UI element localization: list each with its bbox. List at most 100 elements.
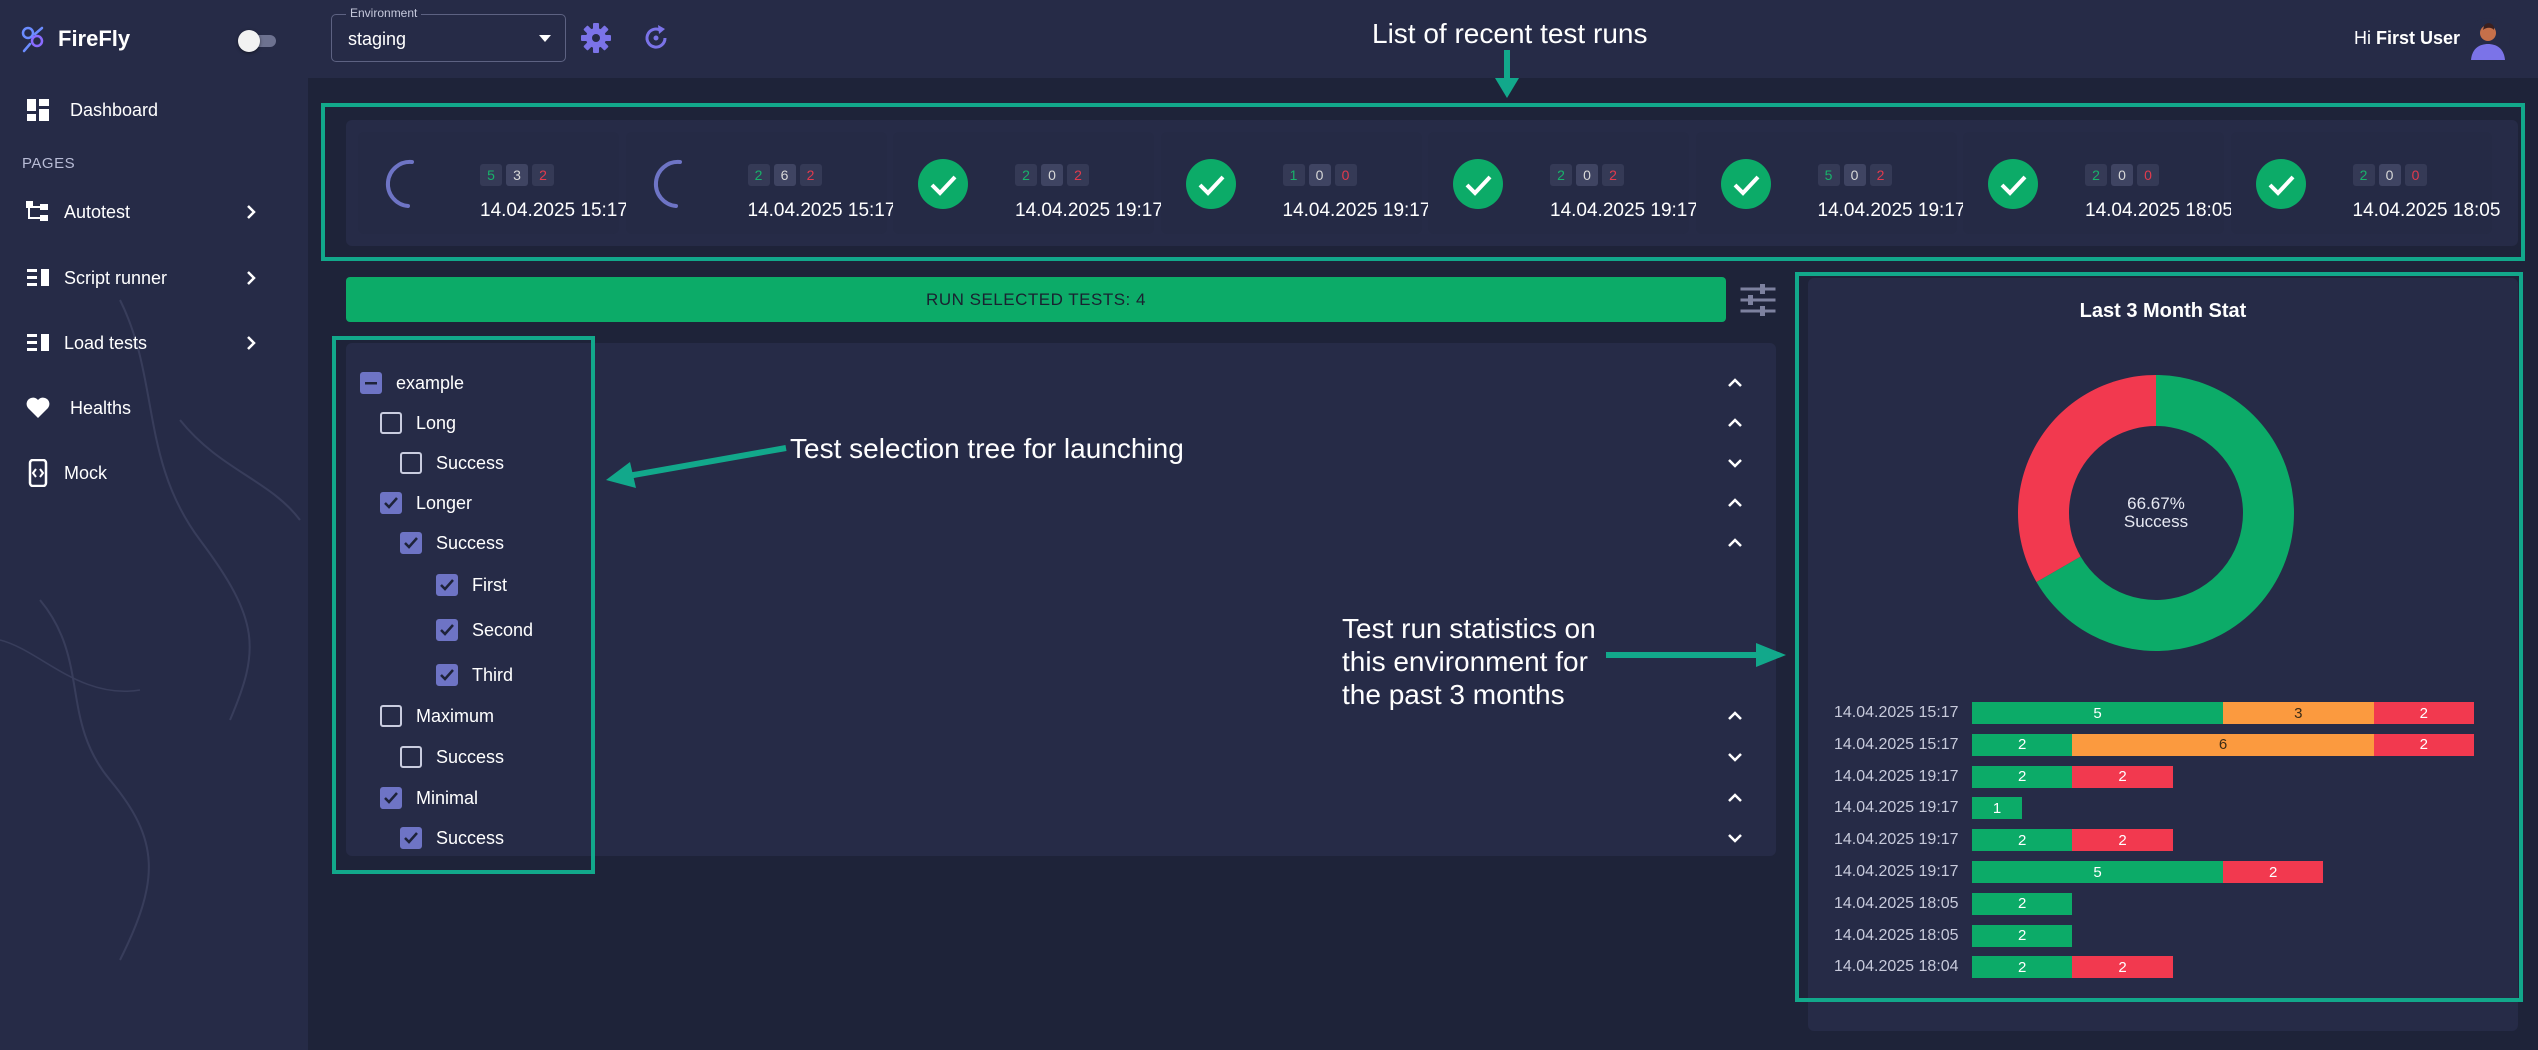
check-icon <box>384 497 398 509</box>
running-count: 0 <box>2111 164 2133 186</box>
tree-node[interactable]: Success <box>400 529 504 557</box>
arrow-down-icon <box>1495 50 1519 98</box>
success-count: 2 <box>2085 164 2107 186</box>
sidebar-item-autotest[interactable]: Autotest <box>0 187 308 237</box>
brand[interactable]: FireFly <box>18 22 130 56</box>
tree-checkbox[interactable] <box>400 746 422 768</box>
annotation-stats-line: this environment for <box>1342 646 1588 677</box>
spinner-icon <box>653 159 682 208</box>
sidebar-item-mock[interactable]: Mock <box>0 448 308 498</box>
run-counts: 262 <box>747 164 822 186</box>
success-count: 5 <box>1817 164 1840 186</box>
tree-node[interactable]: Success <box>400 743 504 771</box>
running-count: 0 <box>2378 164 2401 186</box>
run-card[interactable]: 2 0 0 14.04.2025 18:05 <box>2230 132 2500 234</box>
run-date: 14.04.2025 18:05 <box>2085 200 2233 221</box>
tree-checkbox[interactable] <box>380 705 402 727</box>
run-date: 14.04.2025 15:17 <box>480 200 628 221</box>
gear-icon[interactable] <box>580 22 612 54</box>
tree-node[interactable]: example <box>360 369 464 397</box>
failed-count: 2 <box>799 164 822 186</box>
failed-count: 2 <box>1067 164 1089 186</box>
tree-node[interactable]: Success <box>400 824 504 852</box>
sidebar-item-healths[interactable]: Healths <box>0 383 308 433</box>
tree-node[interactable]: Long <box>380 409 456 437</box>
sidebar-item-label: Autotest <box>64 201 131 222</box>
chevron-up-icon[interactable] <box>1722 785 1748 811</box>
app-name: FireFly <box>58 26 131 51</box>
tree-checkbox[interactable] <box>400 827 422 849</box>
run-card[interactable]: 2 6 2 14.04.2025 15:17 <box>625 132 895 234</box>
theme-toggle[interactable] <box>238 30 278 52</box>
chevron-up-icon[interactable] <box>1722 490 1748 516</box>
stats-highlight <box>1795 272 2523 1002</box>
user-name: First User <box>2376 28 2461 48</box>
run-card[interactable]: 5 0 2 14.04.2025 19:17 <box>1695 132 1965 234</box>
run-counts: 200 <box>2085 164 2159 186</box>
running-count: 3 <box>506 164 528 186</box>
chevron-down-icon[interactable] <box>1722 825 1748 851</box>
tree-node-label: Success <box>436 827 505 848</box>
sidebar-item-label: Healths <box>70 397 132 418</box>
chevron-right-icon <box>247 271 256 285</box>
tree-node[interactable]: Longer <box>380 489 472 517</box>
tree-checkbox[interactable] <box>436 664 458 686</box>
tree-node-label: Minimal <box>416 787 479 808</box>
run-card[interactable]: 2 0 2 14.04.2025 19:17 <box>1428 132 1698 234</box>
chevron-up-icon[interactable] <box>1722 530 1748 556</box>
tree-checkbox[interactable] <box>380 492 402 514</box>
success-count: 1 <box>1282 164 1305 186</box>
tree-checkbox[interactable] <box>400 452 422 474</box>
tree-node-label: Success <box>436 452 505 473</box>
chevron-down-icon[interactable] <box>1722 744 1748 770</box>
tree-node[interactable]: Minimal <box>380 784 478 812</box>
chevron-down-icon[interactable] <box>1722 450 1748 476</box>
tree-checkbox[interactable] <box>360 372 382 394</box>
chevron-up-icon[interactable] <box>1722 410 1748 436</box>
annotation-stats: Test run statistics on this environment … <box>1342 612 1596 711</box>
run-date: 14.04.2025 15:17 <box>747 200 896 221</box>
check-icon <box>404 832 418 844</box>
run-card[interactable]: 5 3 2 14.04.2025 15:17 <box>358 132 628 234</box>
run-counts: 502 <box>1817 164 1892 186</box>
success-count: 2 <box>1550 164 1572 186</box>
tree-node[interactable]: Second <box>436 616 533 644</box>
running-count: 0 <box>1041 164 1063 186</box>
arrow-right-icon <box>1606 643 1786 667</box>
tune-icon[interactable] <box>1740 282 1776 318</box>
sidebar-item-script-runner[interactable]: Script runner <box>0 253 308 303</box>
check-circle-icon <box>918 159 968 209</box>
dashboard-icon <box>24 96 52 124</box>
tree-checkbox[interactable] <box>436 574 458 596</box>
refresh-icon[interactable] <box>640 22 672 54</box>
tree-node[interactable]: Third <box>436 661 513 689</box>
tree-node[interactable]: First <box>436 571 507 599</box>
sidebar-item-label: Dashboard <box>70 99 159 120</box>
tree-checkbox[interactable] <box>400 532 422 554</box>
tree-icon <box>24 198 52 226</box>
chevron-up-icon[interactable] <box>1722 703 1748 729</box>
chevron-right-icon <box>247 205 256 219</box>
run-card[interactable]: 1 0 0 14.04.2025 19:17 <box>1160 132 1430 234</box>
run-card[interactable]: 2 0 0 14.04.2025 18:05 <box>1963 132 2233 234</box>
sidebar-item-load-tests[interactable]: Load tests <box>0 318 308 368</box>
arrow-left-icon <box>606 445 787 488</box>
tree-node-label: Success <box>436 746 505 767</box>
running-count: 0 <box>1843 164 1866 186</box>
chevron-up-icon[interactable] <box>1722 370 1748 396</box>
run-card[interactable]: 2 0 2 14.04.2025 19:17 <box>893 132 1163 234</box>
tree-checkbox[interactable] <box>436 619 458 641</box>
check-icon <box>440 579 454 591</box>
run-date: 14.04.2025 19:17 <box>1817 200 1966 221</box>
tree-node[interactable]: Maximum <box>380 702 494 730</box>
avatar[interactable] <box>2466 18 2510 62</box>
tree-checkbox[interactable] <box>380 412 402 434</box>
environment-select[interactable]: Environment staging <box>331 6 566 62</box>
tree-checkbox[interactable] <box>380 787 402 809</box>
tree-node[interactable]: Success <box>400 449 504 477</box>
sidebar-item-dashboard[interactable]: Dashboard <box>0 85 308 135</box>
run-counts: 100 <box>1282 164 1357 186</box>
check-circle-icon <box>1988 159 2038 209</box>
run-selected-tests-button[interactable]: RUN SELECTED TESTS: 4 <box>346 277 1726 322</box>
success-count: 5 <box>480 164 502 186</box>
